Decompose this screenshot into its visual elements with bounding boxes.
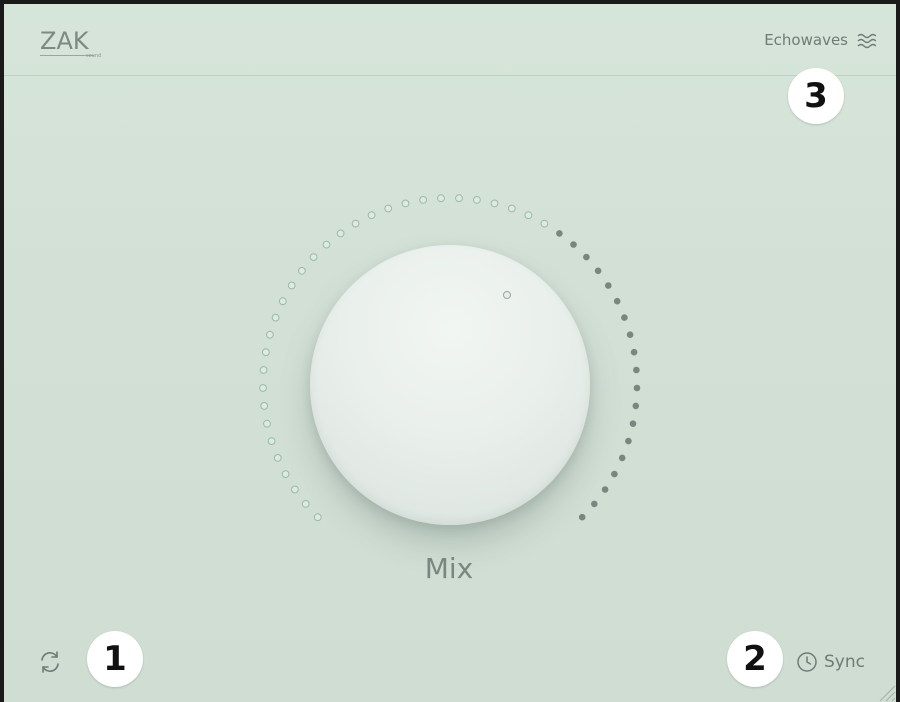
dial-dot (630, 348, 638, 356)
dial-dot (351, 219, 360, 228)
dial-dot (591, 500, 598, 508)
dial-dot (626, 331, 634, 339)
mix-knob[interactable] (310, 245, 590, 525)
dial-dot (273, 454, 282, 462)
annotation-badge-2: 2 (727, 631, 783, 687)
dial-dot (367, 211, 376, 220)
dial-dot (594, 267, 602, 275)
plugin-panel: ZAK sound Echowaves Mix Sync (4, 4, 896, 702)
refresh-icon[interactable] (36, 648, 64, 676)
dial-dot (578, 513, 586, 521)
mix-label: Mix (424, 552, 474, 585)
dial-dot (291, 485, 299, 494)
dial-dot (632, 402, 640, 410)
dial-dot (287, 281, 296, 290)
dial-dot (633, 366, 640, 374)
resize-handle[interactable] (874, 680, 896, 702)
dial-dot (309, 253, 318, 262)
dial-dot (507, 204, 516, 213)
dial-dot (336, 229, 345, 238)
dial-dot (301, 500, 310, 508)
dial-dot (266, 330, 274, 339)
dial-dot (625, 437, 632, 445)
dial-dot (611, 470, 618, 478)
dial-dot (322, 240, 331, 249)
annotation-badge-3: 3 (788, 68, 844, 124)
dial-dot (629, 420, 637, 428)
annotation-badge-1: 1 (87, 631, 143, 687)
clock-icon (797, 652, 817, 672)
dial-dot (419, 196, 428, 204)
dial-dot (490, 199, 499, 208)
dial-dot (473, 196, 481, 204)
sync-label: Sync (824, 652, 865, 672)
dial-dot (613, 297, 621, 305)
dial-dot (263, 419, 271, 428)
dial-dot (601, 486, 609, 493)
dial-dot (437, 194, 445, 203)
dial-dot (278, 297, 287, 306)
dial-dot (618, 454, 626, 462)
dial-dot (583, 253, 590, 261)
dial-dot (259, 366, 268, 374)
dial-dot (556, 230, 563, 237)
dial-dot (262, 348, 270, 357)
dial-dot (621, 314, 628, 321)
dial-dot (570, 241, 577, 248)
dial-dot (633, 384, 641, 392)
knob-indicator (503, 290, 512, 299)
dial-dot (298, 266, 306, 275)
dial-dot (267, 437, 276, 446)
dial-dot (271, 313, 280, 322)
dial-dot (455, 194, 463, 203)
dial-dot (260, 402, 269, 410)
dial-dot (384, 204, 393, 213)
plugin-window: ZAK sound Echowaves Mix Sync 1 2 3 (0, 0, 900, 702)
dial-dot (540, 219, 549, 228)
dial-dot (259, 384, 267, 392)
dial-dot (605, 282, 612, 289)
dial-dot (524, 211, 533, 220)
mix-knob-area: Mix (4, 4, 896, 702)
dial-dot (313, 513, 322, 522)
sync-button[interactable]: Sync (796, 651, 865, 673)
dial-dot (401, 199, 410, 208)
dial-dot (281, 470, 290, 479)
